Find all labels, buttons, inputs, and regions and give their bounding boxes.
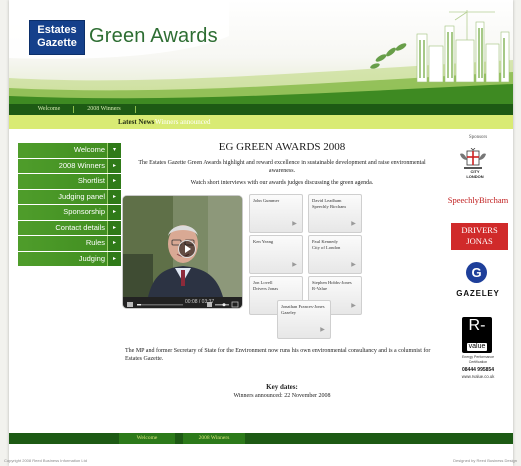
play-icon[interactable]: ▶ (318, 326, 327, 335)
city-of-london-label: CITY LONDON (466, 169, 484, 179)
footer-nav-welcome[interactable]: Welcome (119, 433, 175, 444)
sidebar-item-2008-winners[interactable]: 2008 Winners ▸ (18, 158, 121, 173)
judge-description: The MP and former Secretary of State for… (125, 348, 431, 362)
page: Estates Gazette Green Awards Welcome 200… (9, 0, 513, 466)
sidebar-item-rules[interactable]: Rules ▸ (18, 236, 121, 251)
play-icon[interactable]: ▶ (349, 302, 358, 311)
r-value-url[interactable]: www.rvalue.co.uk (447, 374, 509, 379)
r-value-subtitle: Energy Performance Certification (461, 355, 495, 364)
judge-video-card[interactable]: John Gummer ▶ (249, 194, 303, 233)
intro-text: The Estates Gazette Green Awards highlig… (138, 160, 426, 174)
watch-text: Watch short interviews with our awards j… (190, 180, 374, 186)
r-value-word: value (466, 343, 488, 351)
chevron-down-icon: ▾ (107, 143, 121, 158)
judge-name: Jon Lovell Drivers Jonas (253, 280, 279, 291)
gazeley-logo-text[interactable]: GAZELEY (447, 289, 509, 298)
sponsors-column: Sponsors CITY LONDON SpeechlyBircham DRI… (447, 135, 509, 379)
speechly-bircham-logo[interactable]: SpeechlyBircham (447, 195, 509, 205)
footer-nav-2008-winners[interactable]: 2008 Winners (183, 433, 245, 444)
sidebar-item-contact-details[interactable]: Contact details ▸ (18, 220, 121, 235)
judge-video-card[interactable]: Jonathan Frances-Jones Gazeley ▶ (277, 300, 331, 339)
top-nav-welcome[interactable]: Welcome (26, 104, 72, 115)
design-credit-text[interactable]: Designed by Reed Business Design (453, 458, 517, 463)
r-value-phone: 08444 995854 (462, 367, 494, 373)
r-value-letter: R- (468, 317, 486, 334)
chevron-right-icon: ▸ (107, 174, 121, 189)
sidebar-item-shortlist[interactable]: Shortlist ▸ (18, 174, 121, 189)
play-icon[interactable]: ▶ (349, 261, 358, 270)
sidebar-item-judging[interactable]: Judging ▸ (18, 251, 121, 266)
judge-video-card[interactable]: David Leadham Speechly Bircham ▶ (308, 194, 362, 233)
video-time-readout: 00:08 / 03:37 (185, 299, 215, 305)
judge-name: Stephen Hobbs-Jones R-Value (312, 280, 352, 291)
copyright-text: Copyright 2008 Reed Business Information… (4, 458, 87, 463)
sidebar-item-label: Judging (78, 253, 105, 263)
sidebar-item-label: Sponsorship (63, 207, 105, 216)
r-value-logo[interactable]: R- value (462, 317, 492, 353)
chevron-right-icon: ▸ (107, 158, 121, 173)
sidebar-item-label: Rules (85, 238, 105, 247)
sidebar-item-sponsorship[interactable]: Sponsorship ▸ (18, 205, 121, 220)
sidebar-item-label: 2008 Winners (58, 160, 105, 170)
chevron-right-icon: ▸ (107, 251, 121, 266)
sidebar-item-label: Welcome (73, 145, 105, 154)
sidebar-item-welcome[interactable]: Welcome ▾ (18, 143, 121, 158)
video-control-icons (127, 301, 239, 308)
top-nav: Welcome 2008 Winners (9, 104, 513, 115)
sidebar-item-label: Judging panel (58, 191, 105, 201)
sponsors-title: Sponsors (468, 135, 488, 140)
logo-line-gazette: Gazette (37, 37, 77, 49)
key-dates-title: Key dates: (266, 383, 298, 391)
sidebar-item-label: Contact details (55, 222, 105, 232)
chevron-right-icon: ▸ (107, 220, 121, 235)
sidebar-item-label: Shortlist (77, 176, 105, 185)
footer-nav: Welcome 2008 Winners (9, 433, 513, 444)
key-dates-text: Winners announced: 22 November 2008 (233, 393, 331, 399)
play-icon[interactable]: ▶ (290, 220, 299, 229)
news-label: Latest News (118, 118, 155, 126)
judge-video-card[interactable]: Ken Yeang ▶ (249, 235, 303, 274)
top-nav-2008-winners[interactable]: 2008 Winners (75, 104, 133, 115)
judge-name: Ken Yeang (253, 239, 274, 244)
judge-name: Paul Kennedy City of London (312, 239, 341, 250)
gazeley-logo-icon[interactable]: G (466, 262, 487, 283)
video-player[interactable]: 00:08 / 03:37 (123, 196, 242, 308)
page-title: EG GREEN AWARDS 2008 (218, 141, 346, 153)
video-controls: 00:08 / 03:37 (123, 297, 242, 308)
drivers-jonas-logo[interactable]: DRIVERS JONAS (451, 223, 508, 250)
play-icon[interactable]: ▶ (349, 220, 358, 229)
judge-video-card[interactable]: Paul Kennedy City of London ▶ (308, 235, 362, 274)
news-ticker: Latest News Winners announced (9, 115, 513, 129)
header-banner: Estates Gazette Green Awards (9, 0, 513, 104)
site-title: Green Awards (89, 25, 218, 47)
chevron-right-icon: ▸ (107, 236, 121, 251)
chevron-right-icon: ▸ (107, 189, 121, 204)
news-link[interactable]: Winners announced (155, 115, 211, 129)
estates-gazette-logo[interactable]: Estates Gazette (29, 20, 85, 55)
judge-name: Jonathan Frances-Jones Gazeley (281, 304, 325, 315)
key-dates: Key dates: Winners announced: 22 Novembe… (121, 383, 443, 400)
judge-name: David Leadham Speechly Bircham (312, 198, 346, 209)
play-icon[interactable]: ▶ (290, 261, 299, 270)
top-nav-divider (135, 106, 136, 113)
top-nav-divider (73, 106, 74, 113)
sidebar-nav: Welcome ▾ 2008 Winners ▸ Shortlist ▸ Jud… (18, 143, 121, 267)
chevron-right-icon: ▸ (107, 205, 121, 220)
judge-name: John Gummer (253, 198, 280, 203)
play-icon[interactable] (178, 240, 196, 258)
sidebar-item-judging-panel[interactable]: Judging panel ▸ (18, 189, 121, 204)
logo-line-estates: Estates (37, 24, 77, 36)
